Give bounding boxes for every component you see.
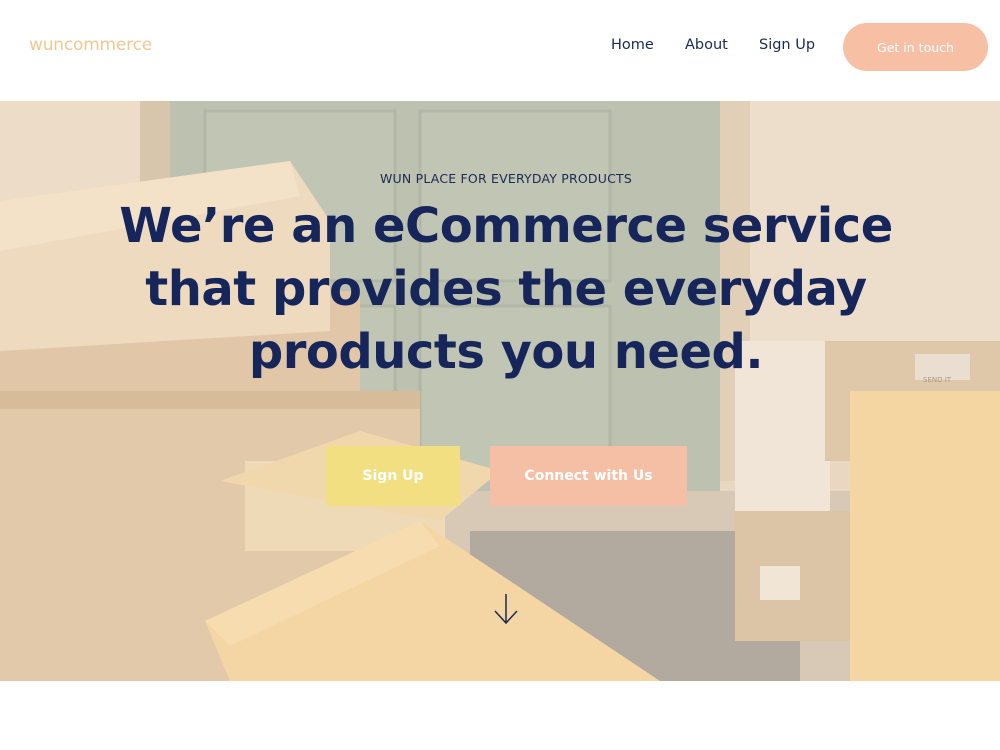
hero-connect-button[interactable]: Connect with Us xyxy=(490,446,687,506)
hero-headline: We’re an eCommerce service that provides… xyxy=(60,195,952,384)
nav-sign-up[interactable]: Sign Up xyxy=(759,37,815,53)
hero-headline-line: products you need. xyxy=(248,324,764,380)
get-in-touch-button[interactable]: Get in touch xyxy=(843,23,988,71)
arrow-down-icon[interactable] xyxy=(494,593,518,625)
hero-headline-line: that provides the everyday xyxy=(145,261,867,317)
nav-home[interactable]: Home xyxy=(611,37,654,53)
below-fold-section xyxy=(0,681,1000,750)
site-header: wuncommerce Home About Sign Up Get in to… xyxy=(0,0,1000,101)
hero-section: SEND IT WUN PLACE FOR EVERYDAY PRODUCTS … xyxy=(0,101,1000,681)
nav-about[interactable]: About xyxy=(685,37,728,53)
page: wuncommerce Home About Sign Up Get in to… xyxy=(0,0,1000,750)
hero-eyebrow: WUN PLACE FOR EVERYDAY PRODUCTS xyxy=(379,171,633,186)
hero-headline-line: We’re an eCommerce service xyxy=(119,198,893,254)
hero-sign-up-button[interactable]: Sign Up xyxy=(326,446,460,506)
